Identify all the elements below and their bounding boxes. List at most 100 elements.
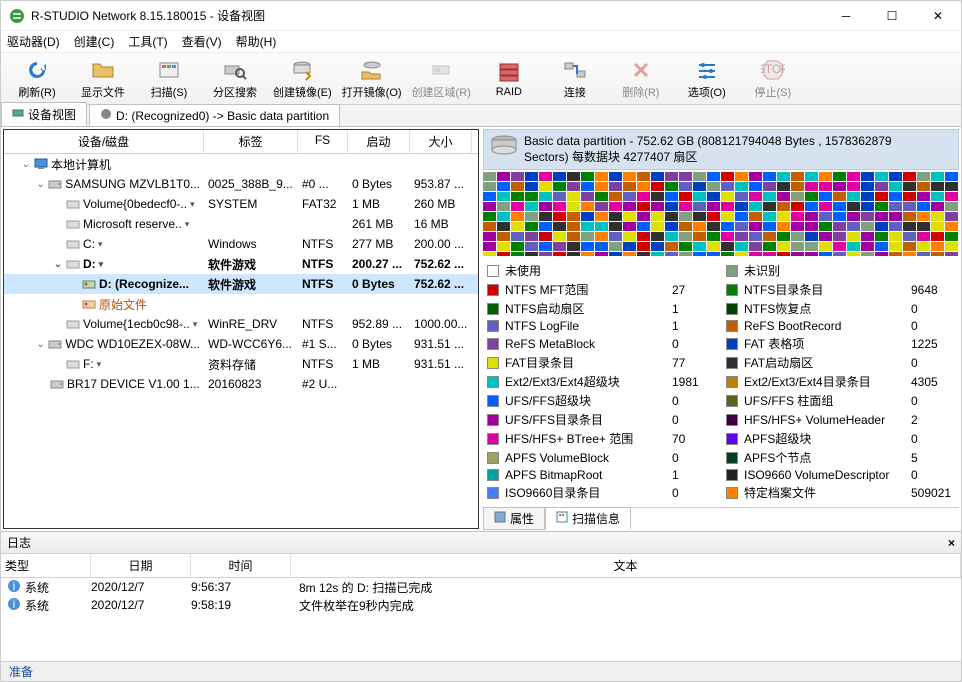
scan-block[interactable]	[763, 212, 776, 221]
scan-block[interactable]	[735, 202, 748, 211]
log-row[interactable]: i系统2020/12/79:56:378m 12s 的 D: 扫描已完成	[1, 578, 961, 596]
scan-block[interactable]	[567, 192, 580, 201]
menu-tools[interactable]: 工具(T)	[128, 33, 167, 50]
scan-block[interactable]	[749, 202, 762, 211]
scan-map[interactable]	[483, 172, 959, 256]
scan-block[interactable]	[539, 202, 552, 211]
maximize-button[interactable]: ☐	[869, 1, 915, 31]
scan-block[interactable]	[903, 182, 916, 191]
scan-block[interactable]	[511, 242, 524, 251]
scan-block[interactable]	[497, 232, 510, 241]
scan-block[interactable]	[721, 192, 734, 201]
scan-block[interactable]	[917, 212, 930, 221]
scan-block[interactable]	[679, 242, 692, 251]
scan-block[interactable]	[623, 232, 636, 241]
scan-block[interactable]	[777, 172, 790, 181]
scan-block[interactable]	[763, 232, 776, 241]
scan-block[interactable]	[917, 182, 930, 191]
scan-block[interactable]	[945, 192, 958, 201]
scan-block[interactable]	[945, 172, 958, 181]
scan-block[interactable]	[567, 182, 580, 191]
log-col-text[interactable]: 文本	[291, 554, 961, 577]
toolbar-partsearch-button[interactable]: 分区搜索	[207, 57, 263, 101]
scan-block[interactable]	[693, 232, 706, 241]
scan-block[interactable]	[735, 242, 748, 251]
scan-block[interactable]	[903, 242, 916, 251]
scan-block[interactable]	[483, 232, 496, 241]
scan-block[interactable]	[735, 182, 748, 191]
scan-block[interactable]	[847, 232, 860, 241]
scan-block[interactable]	[791, 172, 804, 181]
expander-icon[interactable]: ⌄	[36, 339, 45, 350]
tree-row[interactable]: Microsoft reserve.. ▾261 MB16 MB	[4, 214, 478, 234]
scan-block[interactable]	[777, 202, 790, 211]
scan-block[interactable]	[791, 232, 804, 241]
scan-block[interactable]	[637, 172, 650, 181]
scan-block[interactable]	[567, 172, 580, 181]
scan-block[interactable]	[497, 192, 510, 201]
tree-row[interactable]: C: ▾WindowsNTFS277 MB200.00 ...	[4, 234, 478, 254]
scan-block[interactable]	[525, 192, 538, 201]
scan-block[interactable]	[665, 192, 678, 201]
scan-block[interactable]	[497, 242, 510, 251]
scan-block[interactable]	[525, 212, 538, 221]
scan-block[interactable]	[707, 192, 720, 201]
scan-block[interactable]	[917, 192, 930, 201]
scan-block[interactable]	[651, 222, 664, 231]
scan-block[interactable]	[931, 192, 944, 201]
scan-block[interactable]	[567, 222, 580, 231]
scan-block[interactable]	[511, 232, 524, 241]
scan-block[interactable]	[609, 202, 622, 211]
scan-block[interactable]	[693, 222, 706, 231]
scan-block[interactable]	[889, 192, 902, 201]
scan-block[interactable]	[623, 192, 636, 201]
toolbar-raid-button[interactable]: RAID	[481, 57, 537, 101]
scan-block[interactable]	[749, 242, 762, 251]
scan-block[interactable]	[609, 192, 622, 201]
scan-block[interactable]	[483, 242, 496, 251]
scan-block[interactable]	[665, 212, 678, 221]
scan-block[interactable]	[525, 222, 538, 231]
scan-block[interactable]	[735, 232, 748, 241]
scan-block[interactable]	[609, 212, 622, 221]
scan-block[interactable]	[931, 242, 944, 251]
scan-block[interactable]	[497, 182, 510, 191]
scan-block[interactable]	[497, 202, 510, 211]
scan-block[interactable]	[595, 192, 608, 201]
scan-block[interactable]	[679, 172, 692, 181]
scan-block[interactable]	[945, 182, 958, 191]
scan-block[interactable]	[595, 202, 608, 211]
scan-block[interactable]	[511, 202, 524, 211]
scan-block[interactable]	[805, 212, 818, 221]
scan-block[interactable]	[861, 192, 874, 201]
scan-block[interactable]	[707, 182, 720, 191]
tree-row[interactable]: ⌄WDC WD10EZEX-08W...WD-WCC6Y6...#1 S...0…	[4, 334, 478, 354]
scan-block[interactable]	[679, 232, 692, 241]
scan-block[interactable]	[875, 202, 888, 211]
device-tree[interactable]: ⌄本地计算机⌄SAMSUNG MZVLB1T0...0025_388B_9...…	[4, 154, 478, 528]
scan-block[interactable]	[525, 172, 538, 181]
scan-block[interactable]	[819, 202, 832, 211]
scan-block[interactable]	[903, 212, 916, 221]
scan-block[interactable]	[903, 222, 916, 231]
scan-block[interactable]	[805, 232, 818, 241]
scan-block[interactable]	[553, 182, 566, 191]
log-row[interactable]: i系统2020/12/79:58:19文件枚举在9秒内完成	[1, 596, 961, 614]
scan-block[interactable]	[931, 232, 944, 241]
scan-block[interactable]	[651, 242, 664, 251]
scan-block[interactable]	[763, 222, 776, 231]
scan-block[interactable]	[637, 202, 650, 211]
scan-block[interactable]	[735, 172, 748, 181]
scan-block[interactable]	[497, 222, 510, 231]
scan-block[interactable]	[749, 172, 762, 181]
scan-block[interactable]	[777, 212, 790, 221]
tree-row[interactable]: Volume{1ecb0c98-.. ▾WinRE_DRVNTFS952.89 …	[4, 314, 478, 334]
scan-block[interactable]	[595, 182, 608, 191]
scan-block[interactable]	[875, 242, 888, 251]
scan-block[interactable]	[637, 182, 650, 191]
scan-block[interactable]	[707, 242, 720, 251]
scan-block[interactable]	[903, 232, 916, 241]
scan-block[interactable]	[721, 242, 734, 251]
col-device[interactable]: 设备/磁盘	[4, 130, 204, 153]
scan-block[interactable]	[791, 192, 804, 201]
